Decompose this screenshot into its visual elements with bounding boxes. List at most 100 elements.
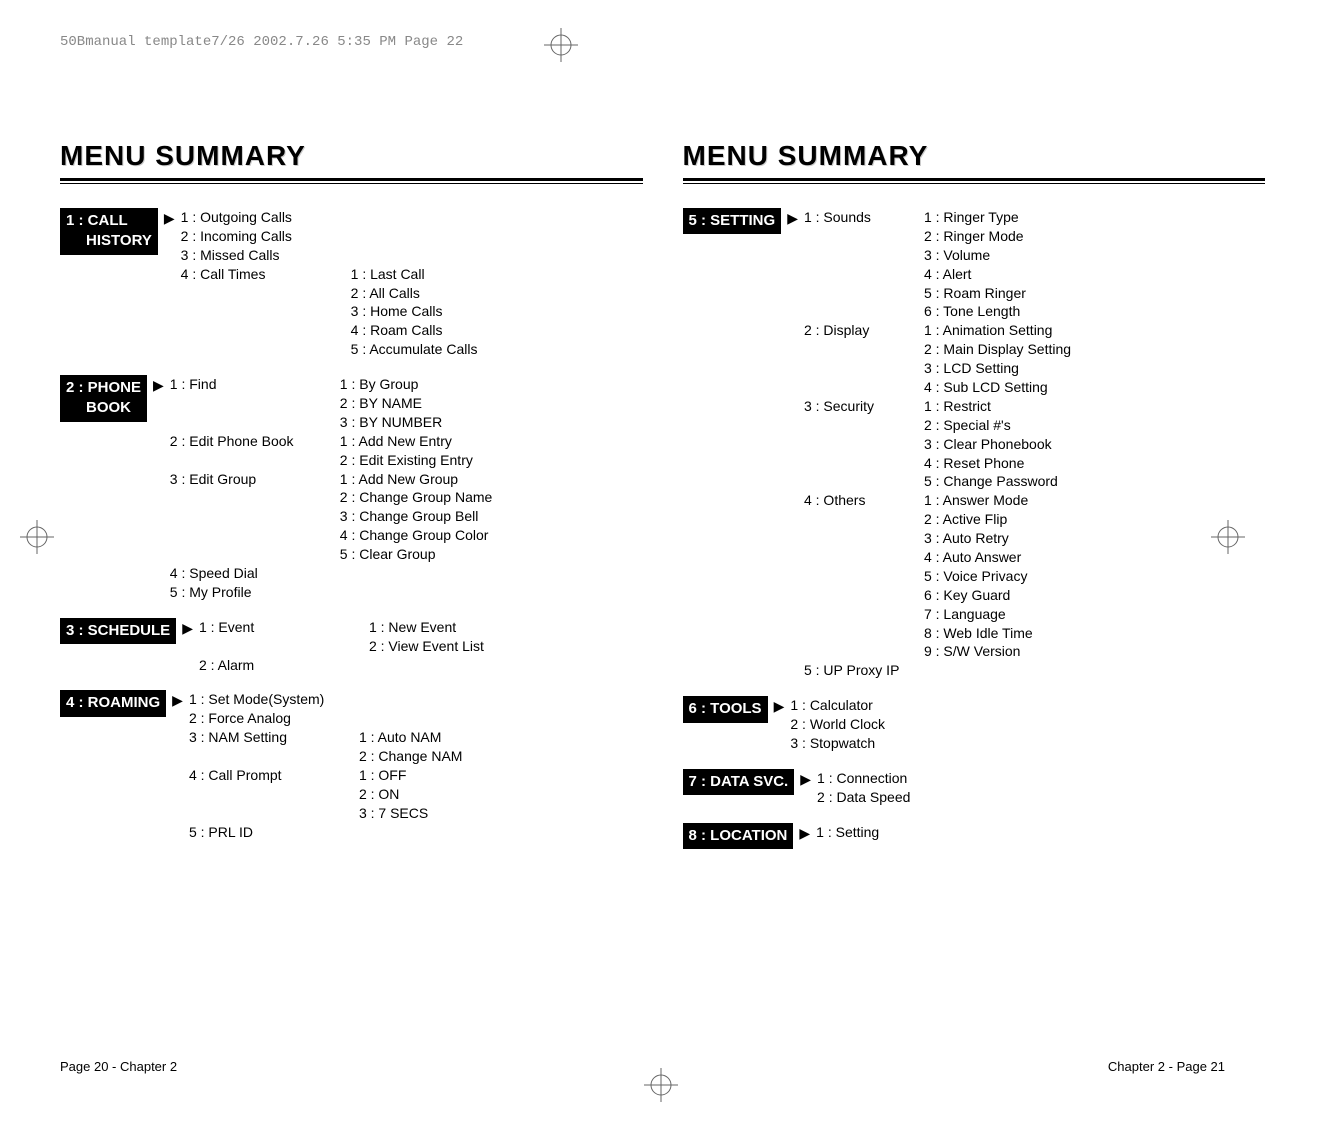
subitems: 1 : Add New Entry 2 : Edit Existing Entr… [340,432,473,470]
subitem: 1 : OFF [359,766,428,785]
subitem: 3 : Home Calls [351,302,478,321]
subitem: 3 : Auto Retry [924,529,1033,548]
subitem: 1 : Animation Setting [924,321,1071,340]
subitem: 5 : Voice Privacy [924,567,1033,586]
item: 4 : Call Times [181,265,351,359]
item: 3 : NAM Setting [189,728,359,766]
subitem: 1 : Auto NAM [359,728,463,747]
section-location: 8 : LOCATION ▶ 1 : Setting [683,823,1266,849]
item: 2 : Edit Phone Book [170,432,340,470]
item: 1 : Set Mode(System) [189,690,359,709]
subitem: 5 : Roam Ringer [924,284,1026,303]
item: 1 : Event [199,618,369,656]
subitem: 4 : Change Group Color [340,526,493,545]
subitem: 2 : All Calls [351,284,478,303]
page-title: MENU SUMMARY [60,140,643,172]
subitem: 4 : Alert [924,265,1026,284]
subitems: 1 : New Event 2 : View Event List [369,618,484,656]
right-page: MENU SUMMARY 5 : SETTING ▶ 1 : Sounds 1 … [683,140,1266,1048]
subitem: 1 : New Event [369,618,484,637]
registration-mark-bottom [644,1068,678,1102]
subitem: 5 : Change Password [924,472,1058,491]
arrow-icon: ▶ [800,771,811,788]
subitems: 1 : OFF 2 : ON 3 : 7 SECS [359,766,428,823]
subitem: 3 : 7 SECS [359,804,428,823]
section-data-svc: 7 : DATA SVC. ▶ 1 : Connection 2 : Data … [683,769,1266,807]
subitem: 4 : Reset Phone [924,454,1058,473]
subitems: 1 : By Group 2 : BY NAME 3 : BY NUMBER [340,375,442,432]
subitem: 2 : BY NAME [340,394,442,413]
subitem: 3 : BY NUMBER [340,413,442,432]
items-list: 1 : Outgoing Calls 2 : Incoming Calls 3 … [181,208,478,359]
badge-roaming: 4 : ROAMING [60,690,166,716]
title-rule [60,178,643,184]
items-list: 1 : Setting [816,823,879,842]
subitem: 5 : Accumulate Calls [351,340,478,359]
badge-text: 1 : CALL [66,211,152,231]
subitem: 4 : Auto Answer [924,548,1033,567]
item: 1 : Calculator [790,696,885,715]
subitem: 2 : Change Group Name [340,488,493,507]
item: 2 : Alarm [199,656,369,675]
item: 3 : Security [804,397,924,416]
item: 5 : UP Proxy IP [804,661,924,680]
item: 1 : Connection [817,769,910,788]
subitem: 4 : Sub LCD Setting [924,378,1071,397]
item: 2 : Data Speed [817,788,910,807]
arrow-icon: ▶ [774,698,785,715]
subitem: 2 : Change NAM [359,747,463,766]
left-page: MENU SUMMARY 1 : CALL HISTORY ▶ 1 : Outg… [60,140,643,1048]
items-list: 1 : Connection 2 : Data Speed [817,769,910,807]
item: 2 : Force Analog [189,709,359,728]
subitem: 2 : Active Flip [924,510,1033,529]
subitems: 1 : Last Call 2 : All Calls 3 : Home Cal… [351,265,478,359]
subitem: 2 : Special #'s [924,416,1058,435]
section-roaming: 4 : ROAMING ▶ 1 : Set Mode(System) 2 : F… [60,690,643,841]
subitem: 1 : Last Call [351,265,478,284]
subitems: 1 : Restrict 2 : Special #'s 3 : Clear P… [924,397,1058,491]
items-list: 1 : Find 1 : By Group 2 : BY NAME 3 : BY… [170,375,493,602]
item: 5 : PRL ID [189,823,359,842]
badge-schedule: 3 : SCHEDULE [60,618,176,644]
badge-phone-book: 2 : PHONE BOOK [60,375,147,422]
print-header-line: 50Bmanual template7/26 2002.7.26 5:35 PM… [60,34,463,50]
section-setting: 5 : SETTING ▶ 1 : Sounds 1 : Ringer Type… [683,208,1266,680]
subitem: 2 : Ringer Mode [924,227,1026,246]
item: 4 : Call Prompt [189,766,359,823]
subitem: 2 : ON [359,785,428,804]
subitem: 9 : S/W Version [924,642,1033,661]
subitem: 7 : Language [924,605,1033,624]
badge-location: 8 : LOCATION [683,823,794,849]
badge-text: BOOK [66,398,141,418]
item: 4 : Others [804,491,924,510]
registration-mark-top [544,28,578,62]
subitem: 6 : Key Guard [924,586,1033,605]
subitem: 5 : Clear Group [340,545,493,564]
arrow-icon: ▶ [153,377,164,394]
subitems: 1 : Auto NAM 2 : Change NAM [359,728,463,766]
subitem: 8 : Web Idle Time [924,624,1033,643]
item: 2 : World Clock [790,715,885,734]
subitem: 3 : Volume [924,246,1026,265]
registration-mark-left [20,520,54,554]
item: 3 : Stopwatch [790,734,885,753]
item: 1 : Sounds [804,208,924,227]
arrow-icon: ▶ [182,620,193,637]
subitem: 1 : Ringer Type [924,208,1026,227]
subitems: 1 : Add New Group 2 : Change Group Name … [340,470,493,564]
item: 1 : Setting [816,823,879,842]
subitem: 2 : Main Display Setting [924,340,1071,359]
subitem: 3 : LCD Setting [924,359,1071,378]
item: 1 : Find [170,375,340,432]
items-list: 1 : Sounds 1 : Ringer Type 2 : Ringer Mo… [804,208,1071,680]
arrow-icon: ▶ [164,210,175,227]
items-list: 1 : Calculator 2 : World Clock 3 : Stopw… [790,696,885,753]
section-tools: 6 : TOOLS ▶ 1 : Calculator 2 : World Clo… [683,696,1266,753]
subitem: 6 : Tone Length [924,302,1026,321]
badge-data-svc: 7 : DATA SVC. [683,769,795,795]
subitem: 1 : By Group [340,375,442,394]
subitem: 2 : View Event List [369,637,484,656]
badge-tools: 6 : TOOLS [683,696,768,722]
item: 2 : Incoming Calls [181,227,351,246]
items-list: 1 : Set Mode(System) 2 : Force Analog 3 … [189,690,463,841]
